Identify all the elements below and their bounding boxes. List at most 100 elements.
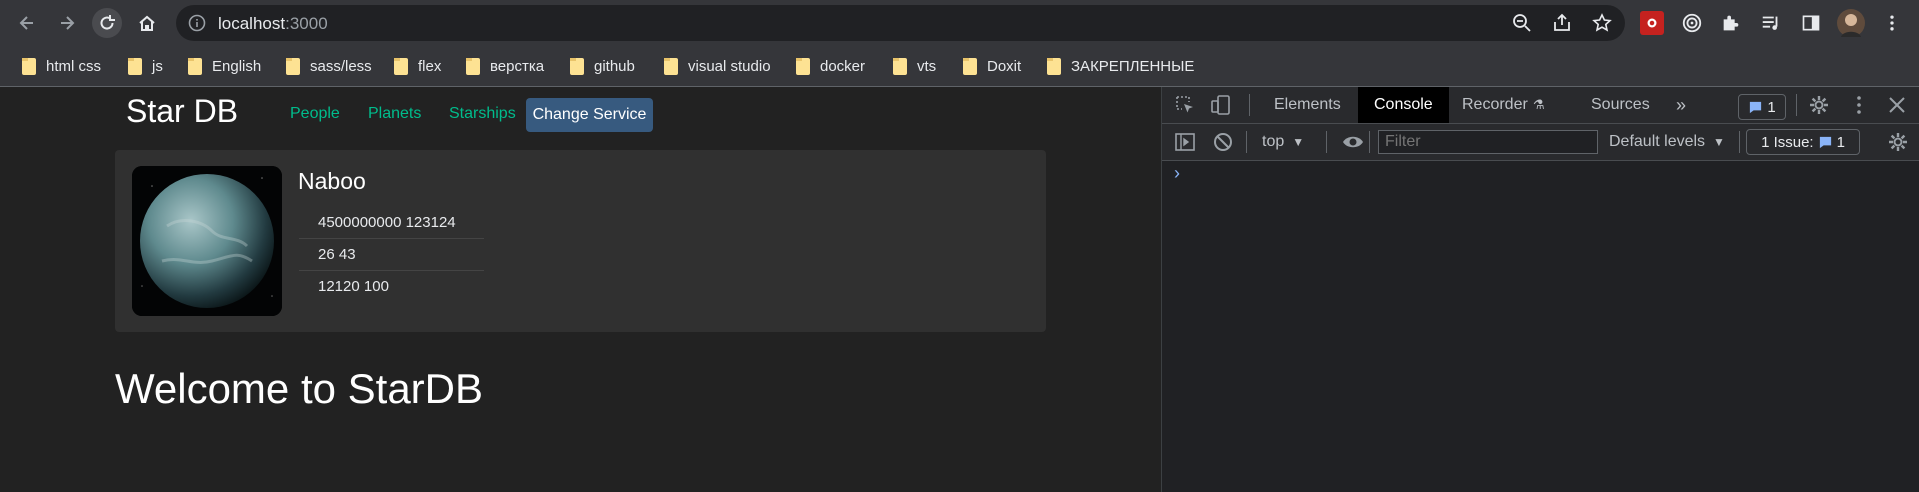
- reload-button[interactable]: [92, 8, 122, 38]
- reload-icon: [100, 15, 115, 30]
- profile-avatar[interactable]: [1837, 9, 1865, 37]
- folder-icon: [466, 57, 480, 75]
- bookmark-label: ЗАКРЕПЛЕННЫЕ: [1071, 57, 1195, 75]
- back-icon: [19, 16, 33, 30]
- console-settings-icon[interactable]: [1887, 131, 1909, 153]
- folder-icon: [128, 57, 142, 75]
- url-text[interactable]: localhost:3000: [218, 14, 328, 34]
- console-filter-input[interactable]: [1378, 130, 1598, 154]
- bookmark-js[interactable]: js: [128, 56, 163, 76]
- info-icon[interactable]: [188, 14, 206, 32]
- tab-console[interactable]: Console: [1358, 87, 1449, 123]
- home-button[interactable]: [132, 8, 162, 38]
- tab-recorder-label: Recorder: [1462, 96, 1528, 113]
- nav-starships[interactable]: Starships: [449, 105, 516, 123]
- browser-toolbar: localhost:3000: [0, 0, 1919, 46]
- nav-planets[interactable]: Planets: [368, 105, 421, 123]
- address-bar[interactable]: localhost:3000: [176, 5, 1625, 41]
- close-icon[interactable]: [1886, 94, 1908, 116]
- planet-details-list: 4500000000 123124 26 43 12120 100: [299, 207, 484, 302]
- bookmark-label: Doxit: [987, 57, 1022, 75]
- message-icon: [1750, 101, 1762, 113]
- bookmark-docker[interactable]: docker: [796, 56, 865, 76]
- dropdown-arrow-icon: ▼: [1713, 135, 1725, 149]
- bookmark-label: js: [152, 57, 163, 75]
- bookmark-html-css[interactable]: html css: [22, 56, 101, 76]
- url-port: :3000: [285, 14, 328, 33]
- tab-elements[interactable]: Elements: [1274, 87, 1341, 123]
- more-tabs-icon[interactable]: »: [1676, 87, 1686, 123]
- bookmark-label: верстка: [490, 57, 545, 75]
- app-brand[interactable]: Star DB: [126, 93, 238, 130]
- side-panel-icon[interactable]: [1799, 11, 1823, 35]
- issues-badge[interactable]: 1: [1738, 94, 1786, 120]
- divider: [1739, 131, 1740, 153]
- folder-icon: [570, 57, 584, 75]
- share-icon[interactable]: [1552, 13, 1572, 33]
- extension-red-icon[interactable]: [1640, 11, 1664, 35]
- divider: [1249, 94, 1250, 116]
- planet-name: Naboo: [298, 168, 366, 194]
- media-queue-icon[interactable]: [1759, 11, 1783, 35]
- folder-icon: [963, 57, 977, 75]
- bookmark-github[interactable]: github: [570, 56, 635, 76]
- detail-row: 26 43: [299, 239, 484, 271]
- bookmark-label: github: [594, 57, 635, 75]
- bookmark-english[interactable]: English: [188, 56, 261, 76]
- settings-gear-icon[interactable]: [1808, 94, 1830, 116]
- log-levels-dropdown[interactable]: Default levels ▼: [1609, 124, 1725, 160]
- planet-image: [132, 166, 282, 316]
- browser-menu-icon[interactable]: [1880, 11, 1904, 35]
- tab-recorder[interactable]: Recorder ⚗: [1462, 87, 1544, 123]
- web-page: Star DB People Planets Starships Change …: [0, 87, 1161, 492]
- star-icon[interactable]: [1592, 13, 1612, 33]
- sidebar-toggle-icon[interactable]: [1174, 131, 1196, 153]
- url-host: localhost: [218, 14, 286, 33]
- welcome-heading: Welcome to StarDB: [115, 365, 484, 412]
- tab-sources[interactable]: Sources: [1591, 87, 1650, 123]
- extension-target-icon[interactable]: [1680, 11, 1704, 35]
- detail-row: 12120 100: [318, 278, 389, 295]
- folder-icon: [188, 57, 202, 75]
- context-selector[interactable]: top ▼: [1262, 124, 1304, 160]
- bookmark-vts[interactable]: vts: [893, 56, 936, 76]
- devtools-tabbar: Elements Console Recorder ⚗ Sources » 1: [1162, 87, 1919, 124]
- log-levels-label: Default levels: [1609, 133, 1706, 150]
- device-toolbar-icon[interactable]: [1210, 94, 1232, 116]
- bookmark-label: html css: [46, 57, 102, 75]
- live-expression-eye-icon[interactable]: [1342, 131, 1364, 153]
- message-icon: [1819, 136, 1831, 148]
- bookmark-pinned[interactable]: ЗАКРЕПЛЕННЫЕ: [1047, 56, 1194, 76]
- divider: [1796, 94, 1797, 116]
- divider: [1326, 131, 1327, 153]
- console-prompt[interactable]: ›: [1174, 163, 1180, 184]
- extensions-puzzle-icon[interactable]: [1719, 11, 1743, 35]
- clear-console-icon[interactable]: [1212, 131, 1234, 153]
- nav-people[interactable]: People: [290, 105, 340, 123]
- devtools-panel: Elements Console Recorder ⚗ Sources » 1 t…: [1161, 87, 1919, 492]
- bookmarks-bar: html css js English sass/less flex верст…: [0, 46, 1919, 87]
- bookmark-label: vts: [917, 57, 937, 75]
- bookmark-label: English: [212, 57, 262, 75]
- issues-label: 1 Issue:: [1761, 133, 1814, 151]
- bookmark-doxit[interactable]: Doxit: [963, 56, 1021, 76]
- bookmark-verstka[interactable]: верстка: [466, 56, 544, 76]
- bookmark-label: flex: [418, 57, 442, 75]
- zoom-icon[interactable]: [1512, 13, 1532, 33]
- forward-button[interactable]: [52, 8, 82, 38]
- bookmark-label: visual studio: [688, 57, 771, 75]
- console-toolbar: top ▼ Default levels ▼ 1 Issue: 1: [1162, 124, 1919, 161]
- folder-icon: [22, 57, 36, 75]
- bookmark-flex[interactable]: flex: [394, 56, 441, 76]
- bookmark-label: sass/less: [310, 57, 372, 75]
- back-button[interactable]: [12, 8, 42, 38]
- home-icon: [139, 15, 155, 31]
- kebab-menu-icon[interactable]: [1848, 94, 1870, 116]
- change-service-button[interactable]: Change Service: [526, 98, 653, 132]
- issues-button[interactable]: 1 Issue: 1: [1746, 129, 1860, 155]
- context-label: top: [1262, 133, 1285, 150]
- bookmark-sass-less[interactable]: sass/less: [286, 56, 372, 76]
- inspect-element-icon[interactable]: [1174, 94, 1196, 116]
- random-planet-card: Naboo 4500000000 123124 26 43 12120 100: [115, 150, 1046, 332]
- bookmark-visual-studio[interactable]: visual studio: [664, 56, 771, 76]
